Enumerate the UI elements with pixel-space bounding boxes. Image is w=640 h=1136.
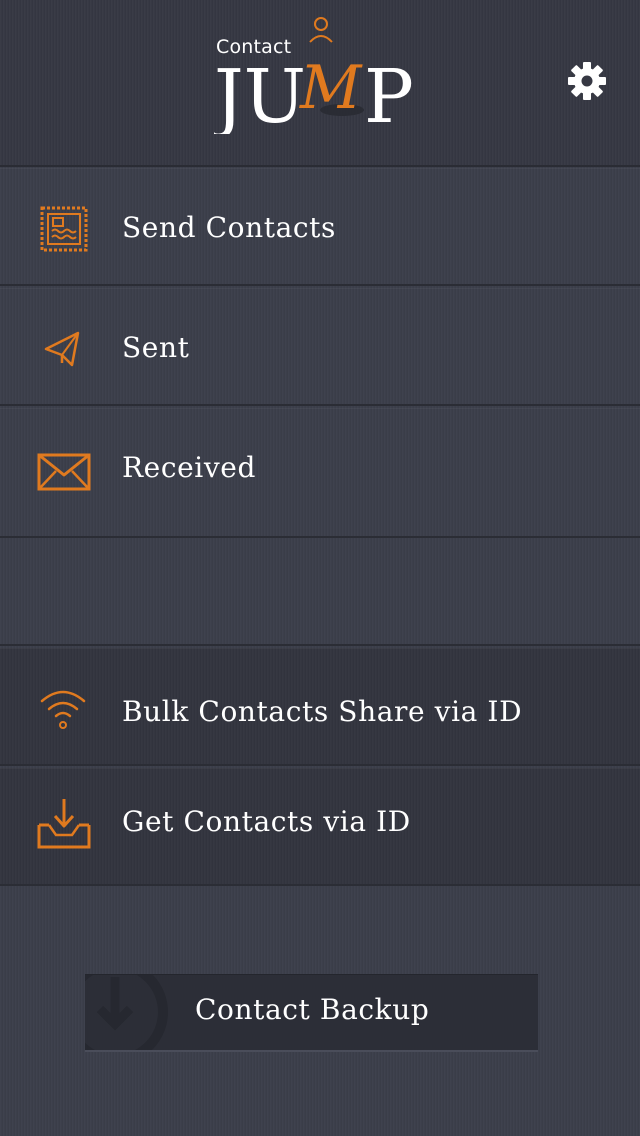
app-header: JU M P Contact (0, 0, 640, 167)
paper-plane-icon (34, 319, 94, 379)
backup-icon (85, 975, 168, 1050)
contact-backup-button[interactable]: Contact Backup (85, 974, 538, 1052)
backup-label: Contact Backup (195, 993, 430, 1026)
menu-item-sent[interactable]: Sent (0, 288, 640, 406)
menu-item-send-contacts[interactable]: Send Contacts (0, 168, 640, 286)
menu-item-bulk-share-via-id[interactable]: Bulk Contacts Share via ID (0, 648, 640, 766)
logo-ju: JU (214, 54, 306, 134)
download-tray-icon (34, 795, 94, 855)
wifi-icon (34, 683, 94, 743)
menu-item-label: Send Contacts (122, 211, 336, 244)
menu-item-label: Get Contacts via ID (122, 805, 411, 838)
section-divider (0, 538, 640, 646)
contact-jump-logo: JU M P Contact (214, 14, 414, 134)
gear-icon[interactable] (566, 60, 608, 102)
stamp-icon (34, 199, 94, 259)
menu-item-received[interactable]: Received (0, 408, 640, 538)
envelope-icon (34, 443, 94, 503)
menu-item-label: Sent (122, 331, 190, 364)
logo-m: M (299, 53, 363, 123)
menu-item-label: Bulk Contacts Share via ID (122, 695, 523, 728)
logo-graphic: JU M P (214, 17, 414, 134)
logo-p: P (364, 54, 414, 134)
logo-contact-text: Contact (216, 36, 292, 58)
menu-item-get-contacts-via-id[interactable]: Get Contacts via ID (0, 768, 640, 886)
menu-item-label: Received (122, 451, 256, 484)
